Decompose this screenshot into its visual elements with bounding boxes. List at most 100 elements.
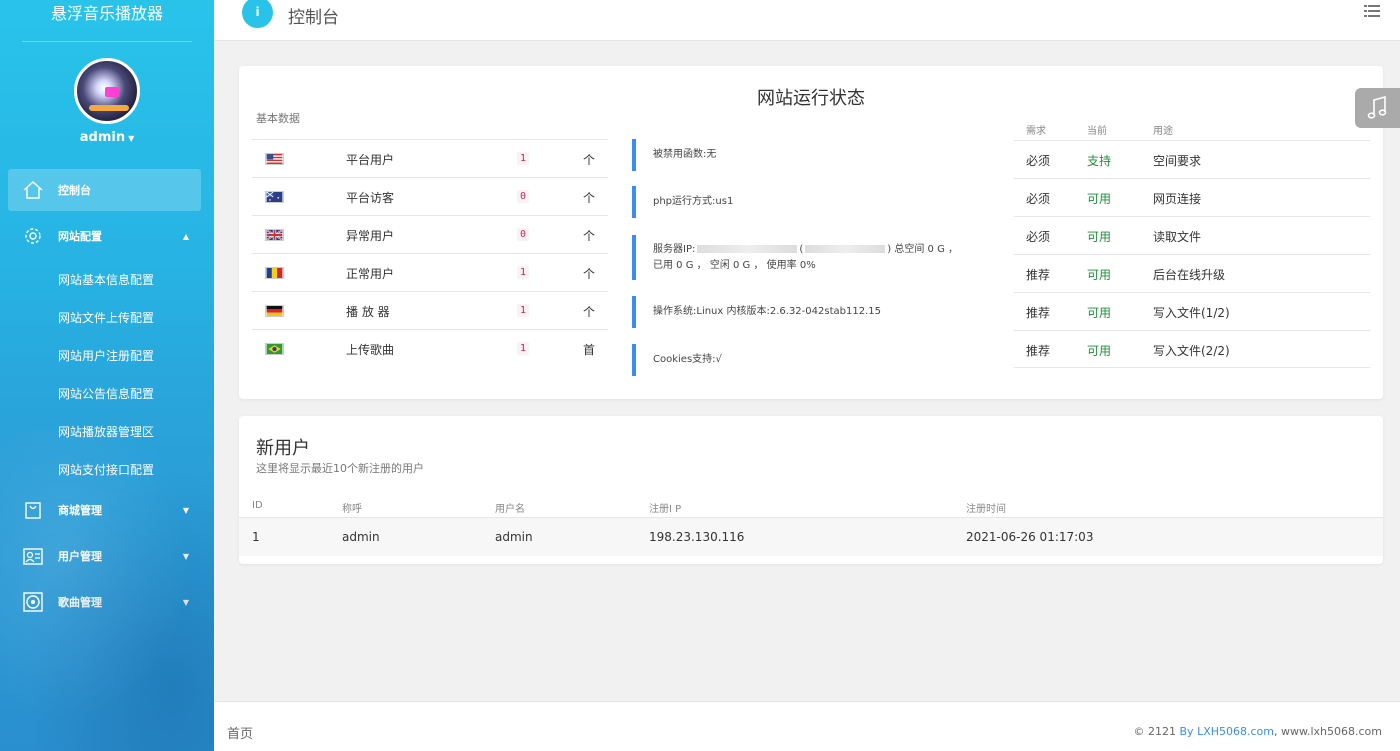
submenu-item[interactable]: 网站基本信息配置 bbox=[0, 261, 214, 299]
sidebar-item-dashboard[interactable]: 控制台 bbox=[8, 169, 201, 211]
submenu-item[interactable]: 网站支付接口配置 bbox=[0, 451, 214, 489]
stat-label: 正常用户 bbox=[346, 267, 395, 281]
info-text: Cookies支持:√ bbox=[653, 354, 722, 365]
bag-icon bbox=[25, 502, 41, 519]
gear-icon bbox=[25, 228, 41, 244]
gb-flag-icon bbox=[265, 229, 284, 241]
music-player-toggle[interactable] bbox=[1355, 88, 1400, 128]
stat-value: 1 bbox=[517, 266, 530, 279]
sidebar-menu: 控制台 网站配置 ▲ 网站基本信息配置 网站文件上传配置 网站用户注册配置 网站… bbox=[0, 169, 214, 623]
stat-label: 异常用户 bbox=[346, 229, 395, 243]
sidebar-item-shop[interactable]: 商城管理 ▼ bbox=[8, 489, 201, 531]
column-header: 称呼 bbox=[342, 504, 362, 515]
info-icon: i bbox=[242, 0, 273, 28]
sidebar-item-label: 用户管理 bbox=[58, 550, 102, 563]
info-text: 操作系统:Linux 内核版本:2.6.32-042stab112.15 bbox=[653, 306, 881, 317]
table-header: ID 称呼 用户名 注册I P 注册时间 bbox=[239, 494, 1383, 518]
cell-ip: 198.23.130.116 bbox=[649, 530, 745, 544]
sidebar-item-users[interactable]: 用户管理 ▼ bbox=[8, 535, 201, 577]
stat-unit: 个 bbox=[583, 305, 596, 319]
copyright: © 2121 By LXH5068.com, www.lxh5068.com bbox=[1134, 725, 1382, 738]
basic-data-label: 基本数据 bbox=[256, 112, 300, 125]
req-current: 可用 bbox=[1087, 268, 1112, 282]
user-menu[interactable]: admin ▼ bbox=[0, 130, 214, 145]
req-need: 必须 bbox=[1026, 230, 1051, 244]
req-current: 可用 bbox=[1087, 344, 1112, 358]
sidebar-item-songs[interactable]: 歌曲管理 ▼ bbox=[8, 581, 201, 623]
table-row: 必须 可用 读取文件 bbox=[1014, 216, 1370, 254]
stat-label: 上传歌曲 bbox=[346, 343, 395, 357]
sidebar-item-label: 歌曲管理 bbox=[58, 596, 102, 609]
table-row: 上传歌曲 1 首 bbox=[252, 329, 608, 367]
req-current: 可用 bbox=[1087, 230, 1112, 244]
stat-value: 0 bbox=[517, 228, 530, 241]
table-row: 推荐 可用 后台在线升级 bbox=[1014, 254, 1370, 292]
list-icon[interactable] bbox=[1364, 4, 1380, 18]
cell-time: 2021-06-26 01:17:03 bbox=[966, 530, 1094, 544]
req-use: 写入文件(1/2) bbox=[1153, 306, 1230, 320]
sidebar-item-label: 控制台 bbox=[58, 184, 91, 197]
cell-username: admin bbox=[495, 530, 533, 544]
req-use: 读取文件 bbox=[1153, 230, 1202, 244]
stat-unit: 首 bbox=[583, 343, 596, 357]
table-row: 异常用户 0 个 bbox=[252, 215, 608, 253]
au-flag-icon bbox=[265, 191, 284, 203]
sidebar-item-label: 网站配置 bbox=[58, 230, 102, 243]
de-flag-icon bbox=[265, 305, 284, 317]
stat-value: 1 bbox=[517, 304, 530, 317]
sidebar-item-site-config[interactable]: 网站配置 ▲ bbox=[8, 215, 201, 257]
cookies-info: Cookies支持:√ bbox=[632, 344, 722, 376]
req-need: 必须 bbox=[1026, 192, 1051, 206]
server-ip-info: 服务器IP:() 总空间 0 G ， 已用 0 G ， 空闲 0 G ， 使用率… bbox=[632, 235, 962, 280]
stat-unit: 个 bbox=[583, 191, 596, 205]
id-card-icon bbox=[23, 548, 43, 565]
cell-id: 1 bbox=[252, 530, 260, 544]
home-icon bbox=[23, 181, 43, 199]
redacted-blur bbox=[697, 244, 798, 253]
sidebar: 悬浮音乐播放器 admin ▼ 控制台 网站配置 ▲ 网站基本信息配置 网站文件上… bbox=[0, 0, 214, 751]
req-need: 推荐 bbox=[1026, 268, 1051, 282]
stat-value: 1 bbox=[517, 342, 530, 355]
ro-flag-icon bbox=[265, 267, 284, 279]
submenu-item[interactable]: 网站公告信息配置 bbox=[0, 375, 214, 413]
author-link[interactable]: By LXH5068.com bbox=[1180, 725, 1274, 738]
req-current: 支持 bbox=[1087, 154, 1112, 168]
table-row: 1 admin admin 198.23.130.116 2021-06-26 … bbox=[239, 518, 1383, 556]
table-row: 播 放 器 1 个 bbox=[252, 291, 608, 329]
music-note-icon bbox=[1367, 95, 1387, 119]
stat-unit: 个 bbox=[583, 229, 596, 243]
column-header: ID bbox=[252, 500, 263, 511]
new-users-card: 新用户 这里将显示最近10个新注册的用户 ID 称呼 用户名 注册I P 注册时… bbox=[239, 416, 1383, 564]
stat-unit: 个 bbox=[583, 267, 596, 281]
submenu-item[interactable]: 网站播放器管理区 bbox=[0, 413, 214, 451]
chevron-down-icon: ▼ bbox=[182, 552, 189, 561]
site-status-card: 网站运行状态 基本数据 平台用户 1 个 平台访客 0 个 异常用户 0 个 正… bbox=[239, 66, 1383, 399]
php-mode-info: php运行方式:us1 bbox=[632, 186, 733, 218]
requirements-table: 需求 当前 用途 必须 支持 空间要求 必须 可用 网页连接 必须 可用 读取文… bbox=[1014, 118, 1370, 368]
table-row: 平台访客 0 个 bbox=[252, 177, 608, 215]
req-current: 可用 bbox=[1087, 306, 1112, 320]
info-text: 被禁用函数:无 bbox=[653, 149, 717, 160]
info-text: php运行方式:us1 bbox=[653, 196, 734, 207]
chevron-down-icon: ▼ bbox=[182, 598, 189, 607]
column-header: 用户名 bbox=[495, 504, 525, 515]
top-header: i 控制台 bbox=[214, 0, 1400, 41]
req-need: 推荐 bbox=[1026, 306, 1051, 320]
site-config-submenu: 网站基本信息配置 网站文件上传配置 网站用户注册配置 网站公告信息配置 网站播放… bbox=[0, 261, 214, 489]
stat-unit: 个 bbox=[583, 153, 596, 167]
submenu-item[interactable]: 网站文件上传配置 bbox=[0, 299, 214, 337]
column-header: 注册时间 bbox=[966, 504, 1006, 515]
column-header: 注册I P bbox=[649, 504, 682, 515]
table-row: 推荐 可用 写入文件(2/2) bbox=[1014, 330, 1370, 368]
disabled-functions-info: 被禁用函数:无 bbox=[632, 139, 716, 171]
user-name: admin bbox=[79, 130, 126, 145]
req-use: 后台在线升级 bbox=[1153, 268, 1226, 282]
column-header: 用途 bbox=[1153, 126, 1173, 137]
req-current: 可用 bbox=[1087, 192, 1112, 206]
avatar[interactable] bbox=[74, 58, 140, 124]
status-title: 网站运行状态 bbox=[757, 88, 865, 109]
info-text: 服务器IP:() 总空间 0 G ， 已用 0 G ， 空闲 0 G ， 使用率… bbox=[653, 243, 958, 271]
home-link[interactable]: 首页 bbox=[227, 723, 253, 742]
table-row: 必须 支持 空间要求 bbox=[1014, 140, 1370, 178]
submenu-item[interactable]: 网站用户注册配置 bbox=[0, 337, 214, 375]
